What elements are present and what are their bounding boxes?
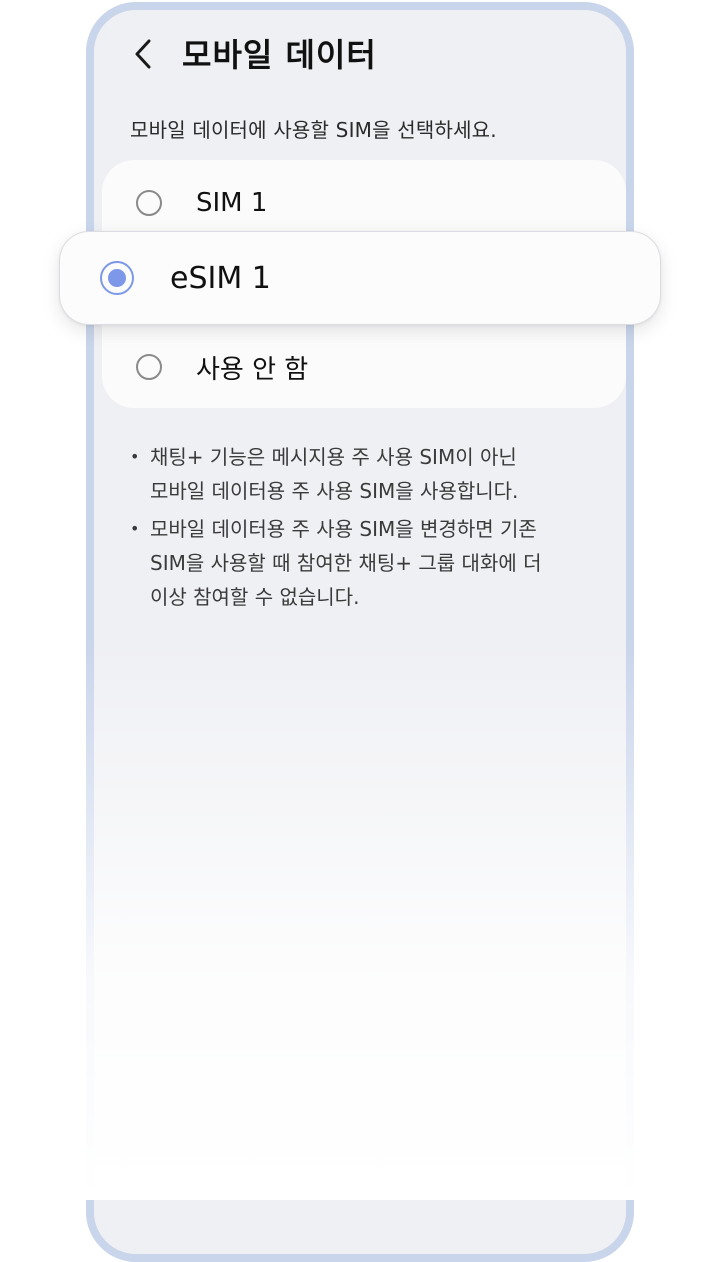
chevron-left-icon <box>135 39 151 69</box>
description-text: 모바일 데이터에 사용할 SIM을 선택하세요. <box>130 118 497 142</box>
radio-checked-icon <box>100 261 134 295</box>
option-label: SIM 1 <box>196 188 268 218</box>
note-item: • 모바일 데이터용 주 사용 SIM을 변경하면 기존 SIM을 사용할 때 … <box>130 512 570 614</box>
bullet: • <box>130 447 140 466</box>
back-button[interactable] <box>124 32 164 76</box>
note-item: • 채팅+ 기능은 메시지용 주 사용 SIM이 아닌 모바일 데이터용 주 사… <box>130 440 570 508</box>
option-label: eSIM 1 <box>170 260 271 296</box>
note-text: 모바일 데이터용 주 사용 SIM을 변경하면 기존 SIM을 사용할 때 참여… <box>150 517 542 609</box>
app-header: 모바일 데이터 <box>94 10 626 100</box>
page-title: 모바일 데이터 <box>182 36 377 74</box>
option-esim1-selected[interactable]: eSIM 1 <box>59 231 661 325</box>
radio-unchecked-icon <box>136 190 162 216</box>
notes-list: • 채팅+ 기능은 메시지용 주 사용 SIM이 아닌 모바일 데이터용 주 사… <box>130 440 570 618</box>
radio-unchecked-icon <box>136 354 162 380</box>
option-label: 사용 안 함 <box>196 354 309 385</box>
bullet: • <box>130 519 140 538</box>
note-text: 채팅+ 기능은 메시지용 주 사용 SIM이 아닌 모바일 데이터용 주 사용 … <box>150 445 519 503</box>
phone-frame: 모바일 데이터 모바일 데이터에 사용할 SIM을 선택하세요. SIM 1 사… <box>86 2 634 1262</box>
option-none[interactable]: 사용 안 함 <box>102 326 626 408</box>
